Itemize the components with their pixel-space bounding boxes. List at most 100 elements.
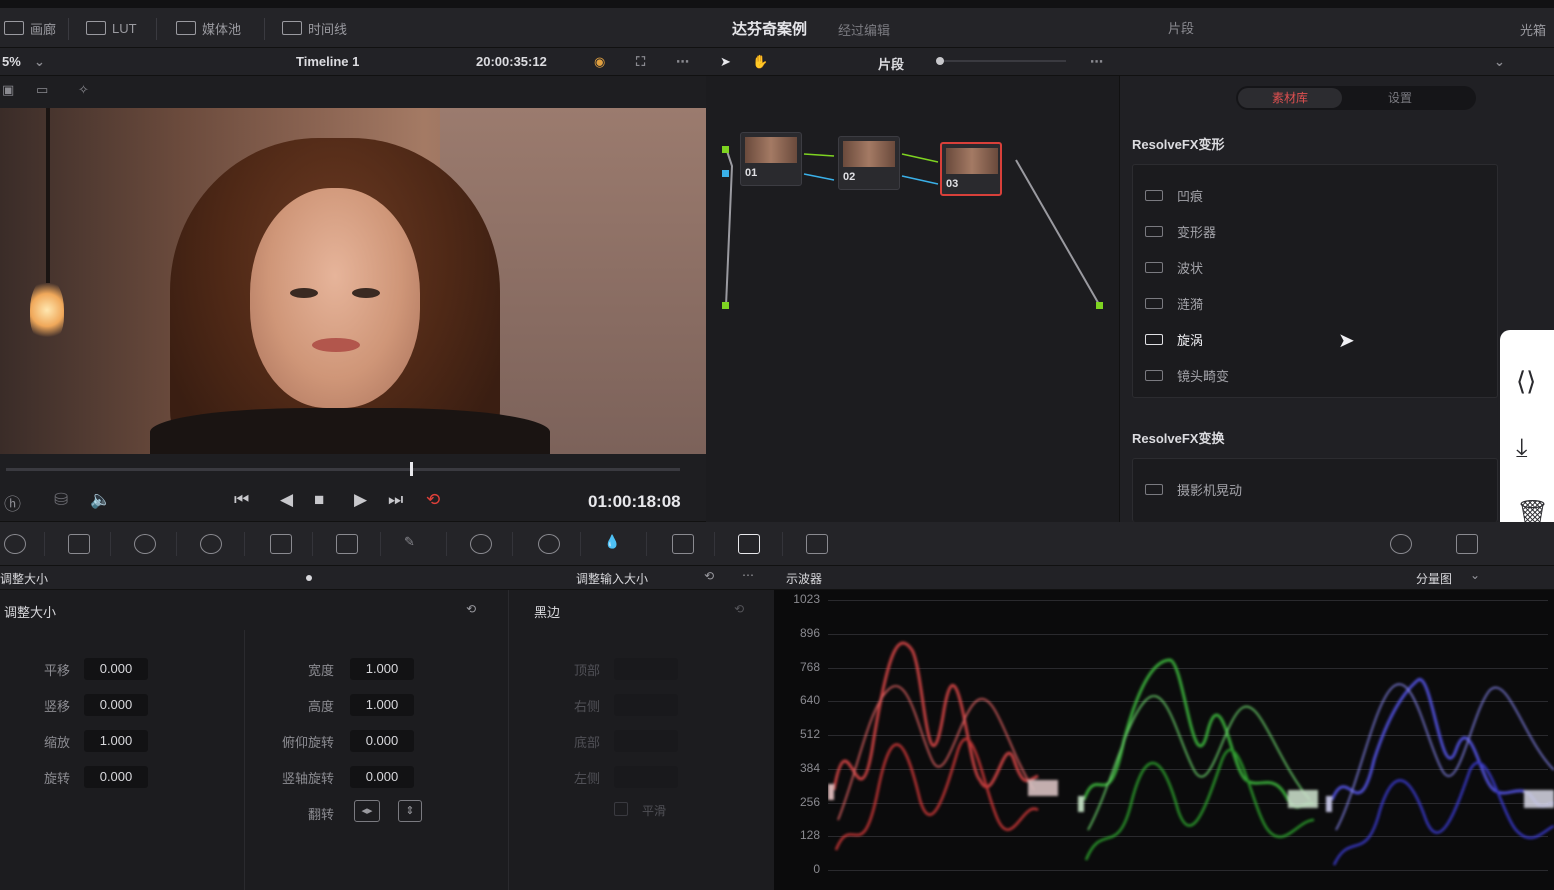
- scopes-icon[interactable]: [1456, 534, 1478, 554]
- height-input[interactable]: 1.000: [350, 694, 414, 716]
- fx-item-ripple[interactable]: 涟漪: [1145, 293, 1203, 313]
- reset-icon[interactable]: ⟲: [704, 569, 714, 583]
- fx-item-waviness[interactable]: 波状: [1145, 257, 1203, 277]
- tab-library[interactable]: 素材库: [1238, 88, 1342, 108]
- fx-item-vortex[interactable]: 旋涡: [1145, 329, 1203, 349]
- color-node-selected[interactable]: 03: [940, 142, 1002, 196]
- border-right-input[interactable]: [614, 694, 678, 716]
- reset-icon[interactable]: ⟲: [466, 602, 476, 616]
- collapse-icon[interactable]: ⌄: [1494, 54, 1505, 70]
- fullscreen-icon[interactable]: ⛶: [636, 54, 645, 70]
- flip-vertical-icon[interactable]: ⇕: [398, 800, 422, 822]
- scrubber-track[interactable]: [6, 468, 680, 471]
- timeline-name-dropdown[interactable]: Timeline 1: [296, 54, 359, 69]
- scope-title: 示波器: [786, 572, 823, 586]
- jump-start-icon[interactable]: ⏮: [234, 490, 249, 510]
- node-key-port[interactable]: [722, 170, 729, 177]
- jump-end-icon[interactable]: ⏭: [388, 490, 403, 510]
- reset-icon[interactable]: ⟲: [734, 602, 744, 616]
- reverse-play-icon[interactable]: ◀: [280, 490, 293, 510]
- camera-raw-icon[interactable]: [4, 534, 26, 554]
- sizing-mode-dropdown[interactable]: 调整输入大小: [576, 570, 648, 587]
- more-options-icon[interactable]: ⋯: [1090, 54, 1103, 70]
- timeline-button[interactable]: 时间线: [282, 16, 347, 40]
- border-bottom-input[interactable]: [614, 730, 678, 752]
- qualifier-eyedropper-icon[interactable]: ✎: [404, 534, 426, 554]
- zoom-dropdown[interactable]: 5%: [2, 54, 21, 69]
- sizing-active-icon[interactable]: [738, 534, 760, 554]
- lut-button[interactable]: LUT: [86, 16, 137, 40]
- tilt-input[interactable]: 0.000: [84, 694, 148, 716]
- source-input-port[interactable]: [722, 302, 729, 309]
- output-port[interactable]: [1096, 302, 1103, 309]
- rotate-input[interactable]: 0.000: [84, 766, 148, 788]
- pointer-icon[interactable]: ➤: [720, 54, 731, 70]
- stop-icon[interactable]: ■: [314, 490, 324, 510]
- node-zoom-slider[interactable]: [938, 60, 1066, 62]
- node-zoom-handle[interactable]: [936, 57, 944, 65]
- scope-mode-dropdown[interactable]: 分量图: [1416, 570, 1452, 587]
- curves-icon[interactable]: [336, 534, 358, 554]
- fx-item-dent[interactable]: 凹痕: [1145, 185, 1203, 205]
- top-toolbar: 画廊 LUT 媒体池 时间线 达芬奇案例 经过编辑 片段 光箱: [0, 8, 1554, 48]
- library-header: ⌄: [1120, 48, 1554, 76]
- pan-input[interactable]: 0.000: [84, 658, 148, 680]
- node-mode-dropdown[interactable]: 片段: [878, 54, 904, 73]
- more-options-icon[interactable]: ⋯: [742, 568, 754, 582]
- node-input-port[interactable]: [722, 146, 729, 153]
- zoom-input[interactable]: 1.000: [84, 730, 148, 752]
- highlight-icon[interactable]: ✧: [78, 82, 89, 98]
- hand-icon[interactable]: ✋: [752, 54, 768, 70]
- play-icon[interactable]: ▶: [354, 490, 367, 510]
- lock-icon[interactable]: ⛁: [54, 490, 68, 510]
- split-screen-icon[interactable]: ▭: [36, 82, 48, 98]
- color-node[interactable]: 02: [838, 136, 900, 190]
- share-icon[interactable]: ⟨⟩: [1516, 366, 1536, 397]
- color-wheel-icon[interactable]: ◉: [594, 54, 605, 70]
- audio-meter-icon[interactable]: ⓗ: [4, 490, 21, 515]
- clip-mode-dropdown[interactable]: 片段: [1168, 18, 1194, 37]
- flip-horizontal-icon[interactable]: ◂▸: [354, 800, 380, 822]
- fx-item-lens-distortion[interactable]: 镜头畸变: [1145, 365, 1229, 385]
- chevron-down-icon: ⌄: [1470, 568, 1481, 582]
- power-window-icon[interactable]: [470, 534, 492, 554]
- key-icon[interactable]: [672, 534, 694, 554]
- more-options-icon[interactable]: ⋯: [676, 54, 689, 70]
- border-top-input[interactable]: [614, 658, 678, 680]
- motion-effects-icon[interactable]: [270, 534, 292, 554]
- smooth-checkbox[interactable]: [614, 802, 628, 816]
- yaw-input[interactable]: 0.000: [350, 766, 414, 788]
- sizing-header-title: 调整大小: [0, 572, 49, 586]
- node-label: 03: [946, 178, 959, 190]
- viewer-image[interactable]: [0, 108, 706, 454]
- sizing-panel-title: 调整大小: [4, 605, 57, 620]
- fx-item-camera-shake[interactable]: 摄影机晃动: [1145, 479, 1242, 499]
- node-graph[interactable]: 01 02 03: [706, 76, 1120, 522]
- blur-icon[interactable]: 💧: [604, 534, 626, 554]
- gallery-button[interactable]: 画廊: [4, 16, 56, 40]
- lightbox-button[interactable]: 光箱: [1520, 20, 1546, 39]
- sizing-icon[interactable]: [68, 534, 90, 554]
- color-wheels-icon[interactable]: [134, 534, 156, 554]
- volume-icon[interactable]: 🔈: [90, 490, 111, 510]
- scrubber-playhead[interactable]: [410, 462, 414, 476]
- effect-icon: [1145, 483, 1163, 495]
- menu-bar: [0, 0, 1554, 8]
- keyframe-icon[interactable]: [1390, 534, 1412, 554]
- fx-item-warper[interactable]: 变形器: [1145, 221, 1216, 241]
- 3d-icon[interactable]: [806, 534, 828, 554]
- image-wipe-icon[interactable]: ▣: [2, 82, 14, 98]
- download-icon[interactable]: ⤓: [1516, 432, 1528, 464]
- field-label: 平移: [43, 663, 70, 678]
- node-thumbnail: [745, 137, 797, 163]
- loop-icon[interactable]: ⟲: [426, 490, 440, 510]
- media-pool-button[interactable]: 媒体池: [176, 16, 241, 40]
- tracker-icon[interactable]: [538, 534, 560, 554]
- rgb-mixer-icon[interactable]: [200, 534, 222, 554]
- color-node[interactable]: 01: [740, 132, 802, 186]
- width-input[interactable]: 1.000: [350, 658, 414, 680]
- tab-settings[interactable]: 设置: [1348, 88, 1452, 108]
- page-dot-active[interactable]: [306, 575, 312, 581]
- border-left-input[interactable]: [614, 766, 678, 788]
- pitch-input[interactable]: 0.000: [350, 730, 414, 752]
